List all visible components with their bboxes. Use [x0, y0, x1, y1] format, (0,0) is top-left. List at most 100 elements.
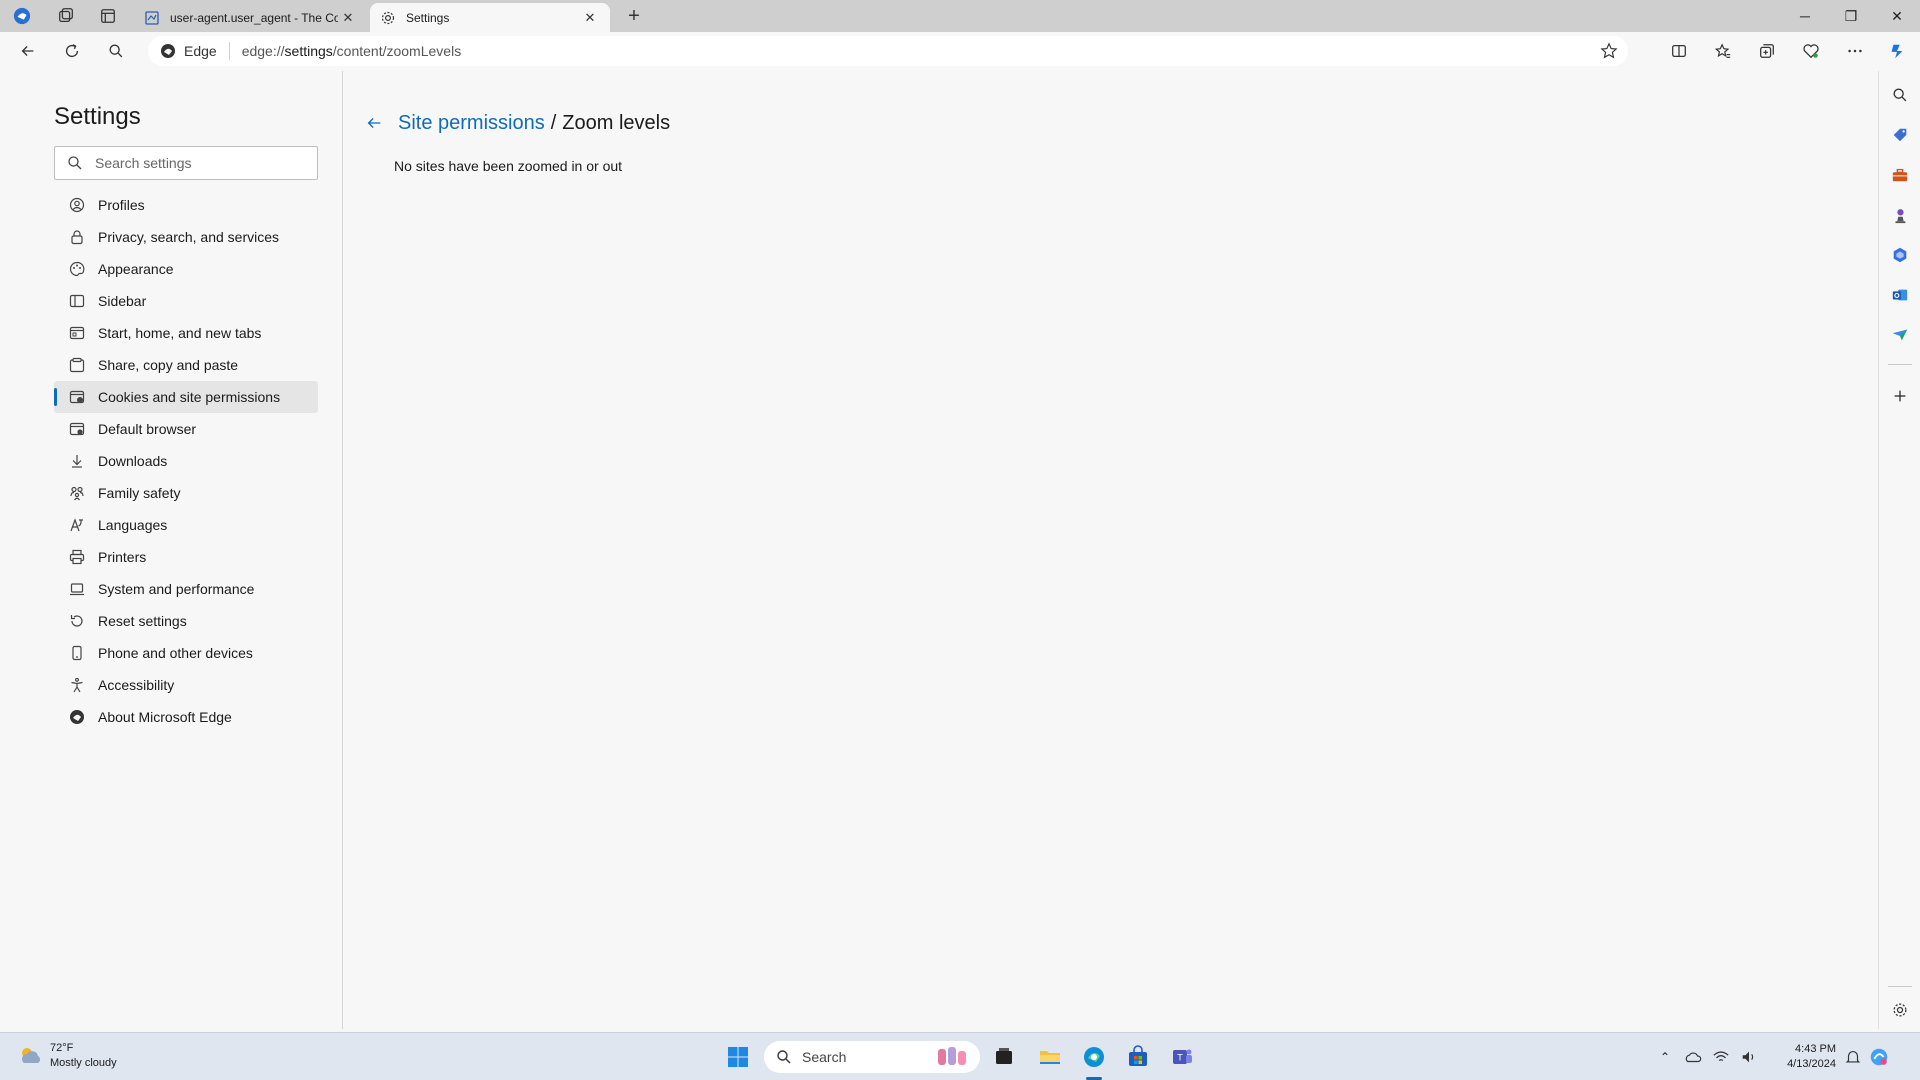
- sidebar-item-downloads[interactable]: Downloads: [54, 445, 318, 477]
- outlook-button[interactable]: [1888, 283, 1912, 307]
- sidebar-item-label: Share, copy and paste: [98, 357, 239, 373]
- empty-state-message: No sites have been zoomed in or out: [394, 158, 623, 174]
- breadcrumb-site-permissions-link[interactable]: Site permissions: [398, 112, 545, 135]
- sidebar-item-label: Reset settings: [98, 613, 187, 629]
- weather-temperature: 72°F: [50, 1042, 74, 1054]
- send-plane-icon: [1892, 329, 1908, 341]
- favorites-button[interactable]: [1708, 37, 1738, 65]
- sidebar-item-privacy[interactable]: Privacy, search, and services: [54, 221, 318, 253]
- taskbar-app-store[interactable]: [1122, 1041, 1154, 1073]
- notification-bell-icon[interactable]: [1844, 1048, 1862, 1066]
- volume-icon[interactable]: [1740, 1048, 1758, 1066]
- games-button[interactable]: [1888, 203, 1912, 227]
- gear-icon: [380, 10, 396, 26]
- sidebar-item-label: Profiles: [98, 197, 145, 213]
- languages-icon: [68, 516, 86, 534]
- microsoft-365-button[interactable]: [1888, 243, 1912, 267]
- sidebar-item-appearance[interactable]: Appearance: [54, 253, 318, 285]
- shopping-tag-button[interactable]: [1888, 123, 1912, 147]
- close-tab-icon[interactable]: ✕: [338, 8, 358, 28]
- download-icon: [68, 452, 86, 470]
- back-button[interactable]: [13, 37, 43, 65]
- close-window-icon[interactable]: ✕: [1874, 0, 1920, 32]
- address-prefix: Edge: [184, 43, 217, 59]
- sidebar-item-languages[interactable]: Languages: [54, 509, 318, 541]
- wifi-icon[interactable]: [1712, 1048, 1730, 1066]
- sidebar-item-reset-settings[interactable]: Reset settings: [54, 605, 318, 637]
- teams-icon: T: [1173, 1049, 1192, 1064]
- sidebar-item-sidebar[interactable]: Sidebar: [54, 285, 318, 317]
- sidebar-item-system-performance[interactable]: System and performance: [54, 573, 318, 605]
- browser-essentials-button[interactable]: [1796, 37, 1826, 65]
- edge-sidebar: [1878, 71, 1920, 1029]
- sidebar-item-label: Privacy, search, and services: [98, 229, 280, 245]
- sidebar-item-label: Printers: [98, 549, 147, 565]
- drop-button[interactable]: [1888, 323, 1912, 347]
- address-bar[interactable]: Edge edge://settings/content/zoomLevels: [148, 36, 1628, 66]
- restore-icon[interactable]: ❐: [1828, 0, 1874, 32]
- new-tab-button[interactable]: +: [620, 4, 648, 28]
- edge-logo-icon: [68, 708, 86, 726]
- favorite-star-icon[interactable]: [1600, 42, 1618, 60]
- search-highlight-icon: [938, 1047, 966, 1065]
- taskbar-app-edge[interactable]: [1078, 1041, 1110, 1073]
- windows-taskbar: 72°F Mostly cloudy Search T ⌃ 4:43 PM 4/…: [0, 1032, 1920, 1080]
- sidebar-item-family-safety[interactable]: Family safety: [54, 477, 318, 509]
- settings-more-button[interactable]: [1840, 37, 1870, 65]
- workspaces-icon[interactable]: [52, 2, 80, 30]
- search-icon: [109, 44, 123, 58]
- copilot-taskbar-icon[interactable]: [1868, 1046, 1890, 1068]
- tab-user-agent[interactable]: user-agent.user_agent - The Coll ✕: [134, 3, 368, 32]
- vertical-tabs-icon[interactable]: [94, 2, 122, 30]
- add-sidebar-app-button[interactable]: [1888, 384, 1912, 408]
- sidebar-item-label: Accessibility: [98, 677, 175, 693]
- sidebar-search-button[interactable]: [1888, 83, 1912, 107]
- edge-logo-icon: [161, 44, 175, 58]
- sidebar-item-accessibility[interactable]: Accessibility: [54, 669, 318, 701]
- search-settings-input[interactable]: [95, 155, 295, 171]
- profile-avatar-icon[interactable]: [8, 2, 36, 30]
- search-button[interactable]: [101, 37, 131, 65]
- taskbar-clock[interactable]: 4:43 PM 4/13/2024: [1780, 1042, 1836, 1072]
- minimize-icon[interactable]: ─: [1782, 0, 1828, 32]
- sidebar-item-default-browser[interactable]: Default browser: [54, 413, 318, 445]
- search-settings-box[interactable]: [54, 146, 318, 180]
- taskbar-app-task-view[interactable]: [988, 1041, 1020, 1073]
- tab-settings[interactable]: Settings ✕: [370, 3, 610, 32]
- sidebar-icon: [68, 292, 86, 310]
- sidebar-item-about-edge[interactable]: About Microsoft Edge: [54, 701, 318, 733]
- collections-icon: [1760, 44, 1774, 58]
- laptop-icon: [68, 580, 86, 598]
- edge-site-info[interactable]: Edge: [160, 42, 230, 60]
- windows-logo-icon: [728, 1047, 748, 1067]
- copilot-button[interactable]: [1882, 37, 1912, 65]
- back-arrow-icon[interactable]: [362, 111, 386, 135]
- sidebar-item-profiles[interactable]: Profiles: [54, 189, 318, 221]
- tools-button[interactable]: [1888, 163, 1912, 187]
- taskbar-app-teams[interactable]: T: [1166, 1041, 1198, 1073]
- sidebar-item-label: Languages: [98, 517, 168, 533]
- sidebar-item-start-home[interactable]: Start, home, and new tabs: [54, 317, 318, 349]
- split-screen-button[interactable]: [1664, 37, 1694, 65]
- address-url[interactable]: edge://settings/content/zoomLevels: [242, 43, 461, 59]
- split-screen-icon: [1672, 44, 1686, 58]
- settings-title: Settings: [54, 103, 141, 130]
- sidebar-settings-button[interactable]: [1888, 998, 1912, 1022]
- taskbar-search[interactable]: Search: [764, 1041, 980, 1073]
- collections-button[interactable]: [1752, 37, 1782, 65]
- sidebar-item-printers[interactable]: Printers: [54, 541, 318, 573]
- start-button[interactable]: [722, 1041, 754, 1073]
- title-bar: user-agent.user_agent - The Coll ✕ Setti…: [0, 0, 1920, 32]
- weather-widget[interactable]: 72°F Mostly cloudy: [18, 1041, 117, 1071]
- sidebar-item-cookies-permissions[interactable]: Cookies and site permissions: [54, 381, 318, 413]
- folder-icon: [1040, 1051, 1060, 1064]
- close-tab-icon[interactable]: ✕: [580, 8, 600, 28]
- sidebar-item-label: Appearance: [98, 261, 174, 277]
- sidebar-item-share-copy[interactable]: Share, copy and paste: [54, 349, 318, 381]
- chevron-up-icon[interactable]: ⌃: [1660, 1050, 1670, 1064]
- sidebar-item-phone-devices[interactable]: Phone and other devices: [54, 637, 318, 669]
- onedrive-icon[interactable]: [1684, 1048, 1702, 1066]
- refresh-button[interactable]: [57, 37, 87, 65]
- home-tabs-icon: [68, 324, 86, 342]
- taskbar-app-file-explorer[interactable]: [1034, 1041, 1066, 1073]
